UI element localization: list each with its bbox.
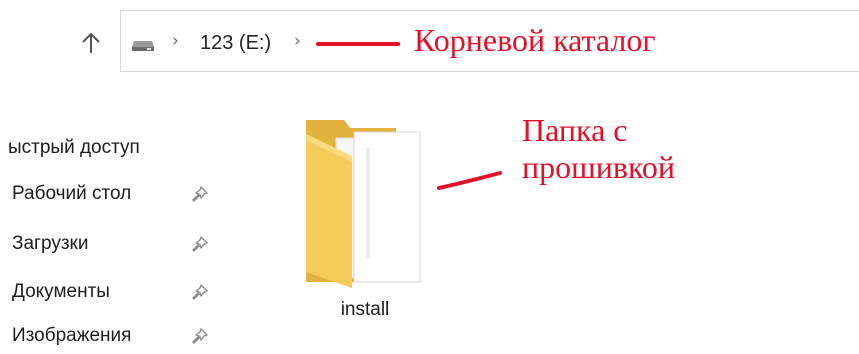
folder-icon <box>306 120 421 288</box>
pin-icon <box>192 284 208 300</box>
annotation-line-root <box>316 42 400 46</box>
sidebar-item-label: Загрузки <box>12 233 89 254</box>
drive-icon <box>132 41 154 51</box>
sidebar-item-desktop[interactable]: Рабочий стол <box>0 176 230 212</box>
sidebar-item-downloads[interactable]: Загрузки <box>0 226 230 262</box>
pin-icon <box>192 328 208 344</box>
pin-icon <box>192 236 208 252</box>
sidebar-quick-access[interactable]: ыстрый доступ <box>0 130 230 166</box>
sidebar-item-label: Рабочий стол <box>12 183 132 204</box>
up-button[interactable] <box>78 30 104 56</box>
breadcrumb-separator[interactable]: › <box>294 30 301 52</box>
sidebar-item-label: Документы <box>12 281 110 302</box>
annotation-pointer-line <box>437 171 502 190</box>
sidebar-item-documents[interactable]: Документы <box>0 274 230 310</box>
sidebar-item-label: ыстрый доступ <box>8 137 140 158</box>
pin-icon <box>192 186 208 202</box>
breadcrumb-drive-e[interactable]: 123 (E:) <box>200 31 271 55</box>
folder-install[interactable]: install <box>290 112 440 332</box>
folder-name: install <box>340 299 390 320</box>
breadcrumb-separator[interactable]: › <box>172 30 179 52</box>
annotation-firmware-folder: Папка с прошивкой <box>522 112 676 185</box>
sidebar-item-label: Изображения <box>12 325 132 346</box>
annotation-root-directory: Корневой каталог <box>414 22 656 58</box>
sidebar-item-pictures[interactable]: Изображения <box>0 318 230 354</box>
arrow-up-icon <box>82 33 100 53</box>
